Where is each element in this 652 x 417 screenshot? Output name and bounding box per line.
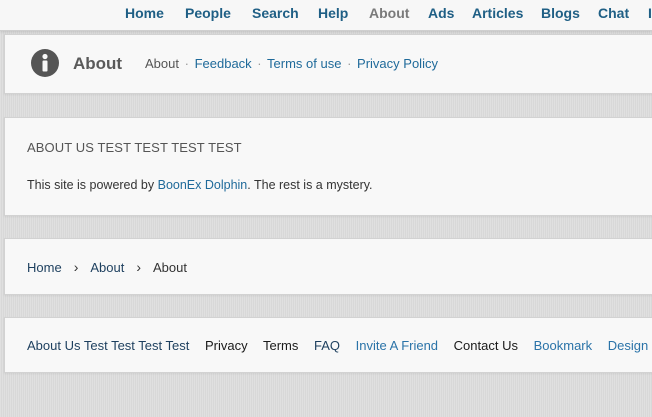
info-icon <box>31 49 59 77</box>
nav-about[interactable]: About <box>369 5 409 21</box>
breadcrumb-card: Home › About › About <box>4 238 652 295</box>
submenu-terms-link[interactable]: Terms of use <box>267 56 341 71</box>
footer-invite-friend-link[interactable]: Invite A Friend <box>356 338 438 353</box>
nav-blogs[interactable]: Blogs <box>541 5 580 21</box>
footer-privacy-link[interactable]: Privacy <box>205 338 248 353</box>
boonex-dolphin-link[interactable]: BoonEx Dolphin <box>158 178 248 192</box>
top-navigation: Home People Search Help About Ads Articl… <box>0 0 652 31</box>
footer-bookmark-link[interactable]: Bookmark <box>534 338 593 353</box>
nav-ads[interactable]: Ads <box>428 5 454 21</box>
submenu-separator: · <box>257 56 262 71</box>
submenu-feedback-link[interactable]: Feedback <box>195 56 252 71</box>
nav-people[interactable]: People <box>185 5 231 21</box>
breadcrumb: Home › About › About <box>27 259 187 275</box>
breadcrumb-home[interactable]: Home <box>27 260 62 275</box>
breadcrumb-about[interactable]: About <box>90 260 124 275</box>
nav-help[interactable]: Help <box>318 5 348 21</box>
content-heading: ABOUT US TEST TEST TEST TEST <box>27 140 242 155</box>
footer-terms-link[interactable]: Terms <box>263 338 298 353</box>
footer-about-us-link[interactable]: About Us Test Test Test Test <box>27 338 189 353</box>
nav-more[interactable]: I <box>648 5 652 21</box>
about-content-card: ABOUT US TEST TEST TEST TEST This site i… <box>4 117 652 216</box>
nav-home[interactable]: Home <box>125 5 164 21</box>
page: Home People Search Help About Ads Articl… <box>0 0 652 417</box>
footer-links: About Us Test Test Test Test Privacy Ter… <box>27 338 652 353</box>
footer-card: About Us Test Test Test Test Privacy Ter… <box>4 317 652 373</box>
page-header-card: About About · Feedback · Terms of use · … <box>4 34 652 94</box>
footer-design-link[interactable]: Design ( <box>608 338 652 353</box>
submenu-separator: · <box>347 56 352 71</box>
footer-contact-us-link[interactable]: Contact Us <box>454 338 518 353</box>
footer-faq-link[interactable]: FAQ <box>314 338 340 353</box>
breadcrumb-current: About <box>153 260 187 275</box>
page-title: About <box>73 54 123 73</box>
submenu-privacy-link[interactable]: Privacy Policy <box>357 56 438 71</box>
content-text-after: . The rest is a mystery. <box>247 178 373 192</box>
nav-articles[interactable]: Articles <box>472 5 523 21</box>
submenu: About · Feedback · Terms of use · Privac… <box>145 56 438 71</box>
content-text: This site is powered by BoonEx Dolphin. … <box>27 178 373 192</box>
nav-search[interactable]: Search <box>252 5 299 21</box>
content-text-before: This site is powered by <box>27 178 158 192</box>
nav-chat[interactable]: Chat <box>598 5 629 21</box>
submenu-about[interactable]: About <box>145 56 179 71</box>
submenu-separator: · <box>184 56 189 71</box>
breadcrumb-separator: › <box>73 259 79 275</box>
breadcrumb-separator: › <box>136 259 142 275</box>
